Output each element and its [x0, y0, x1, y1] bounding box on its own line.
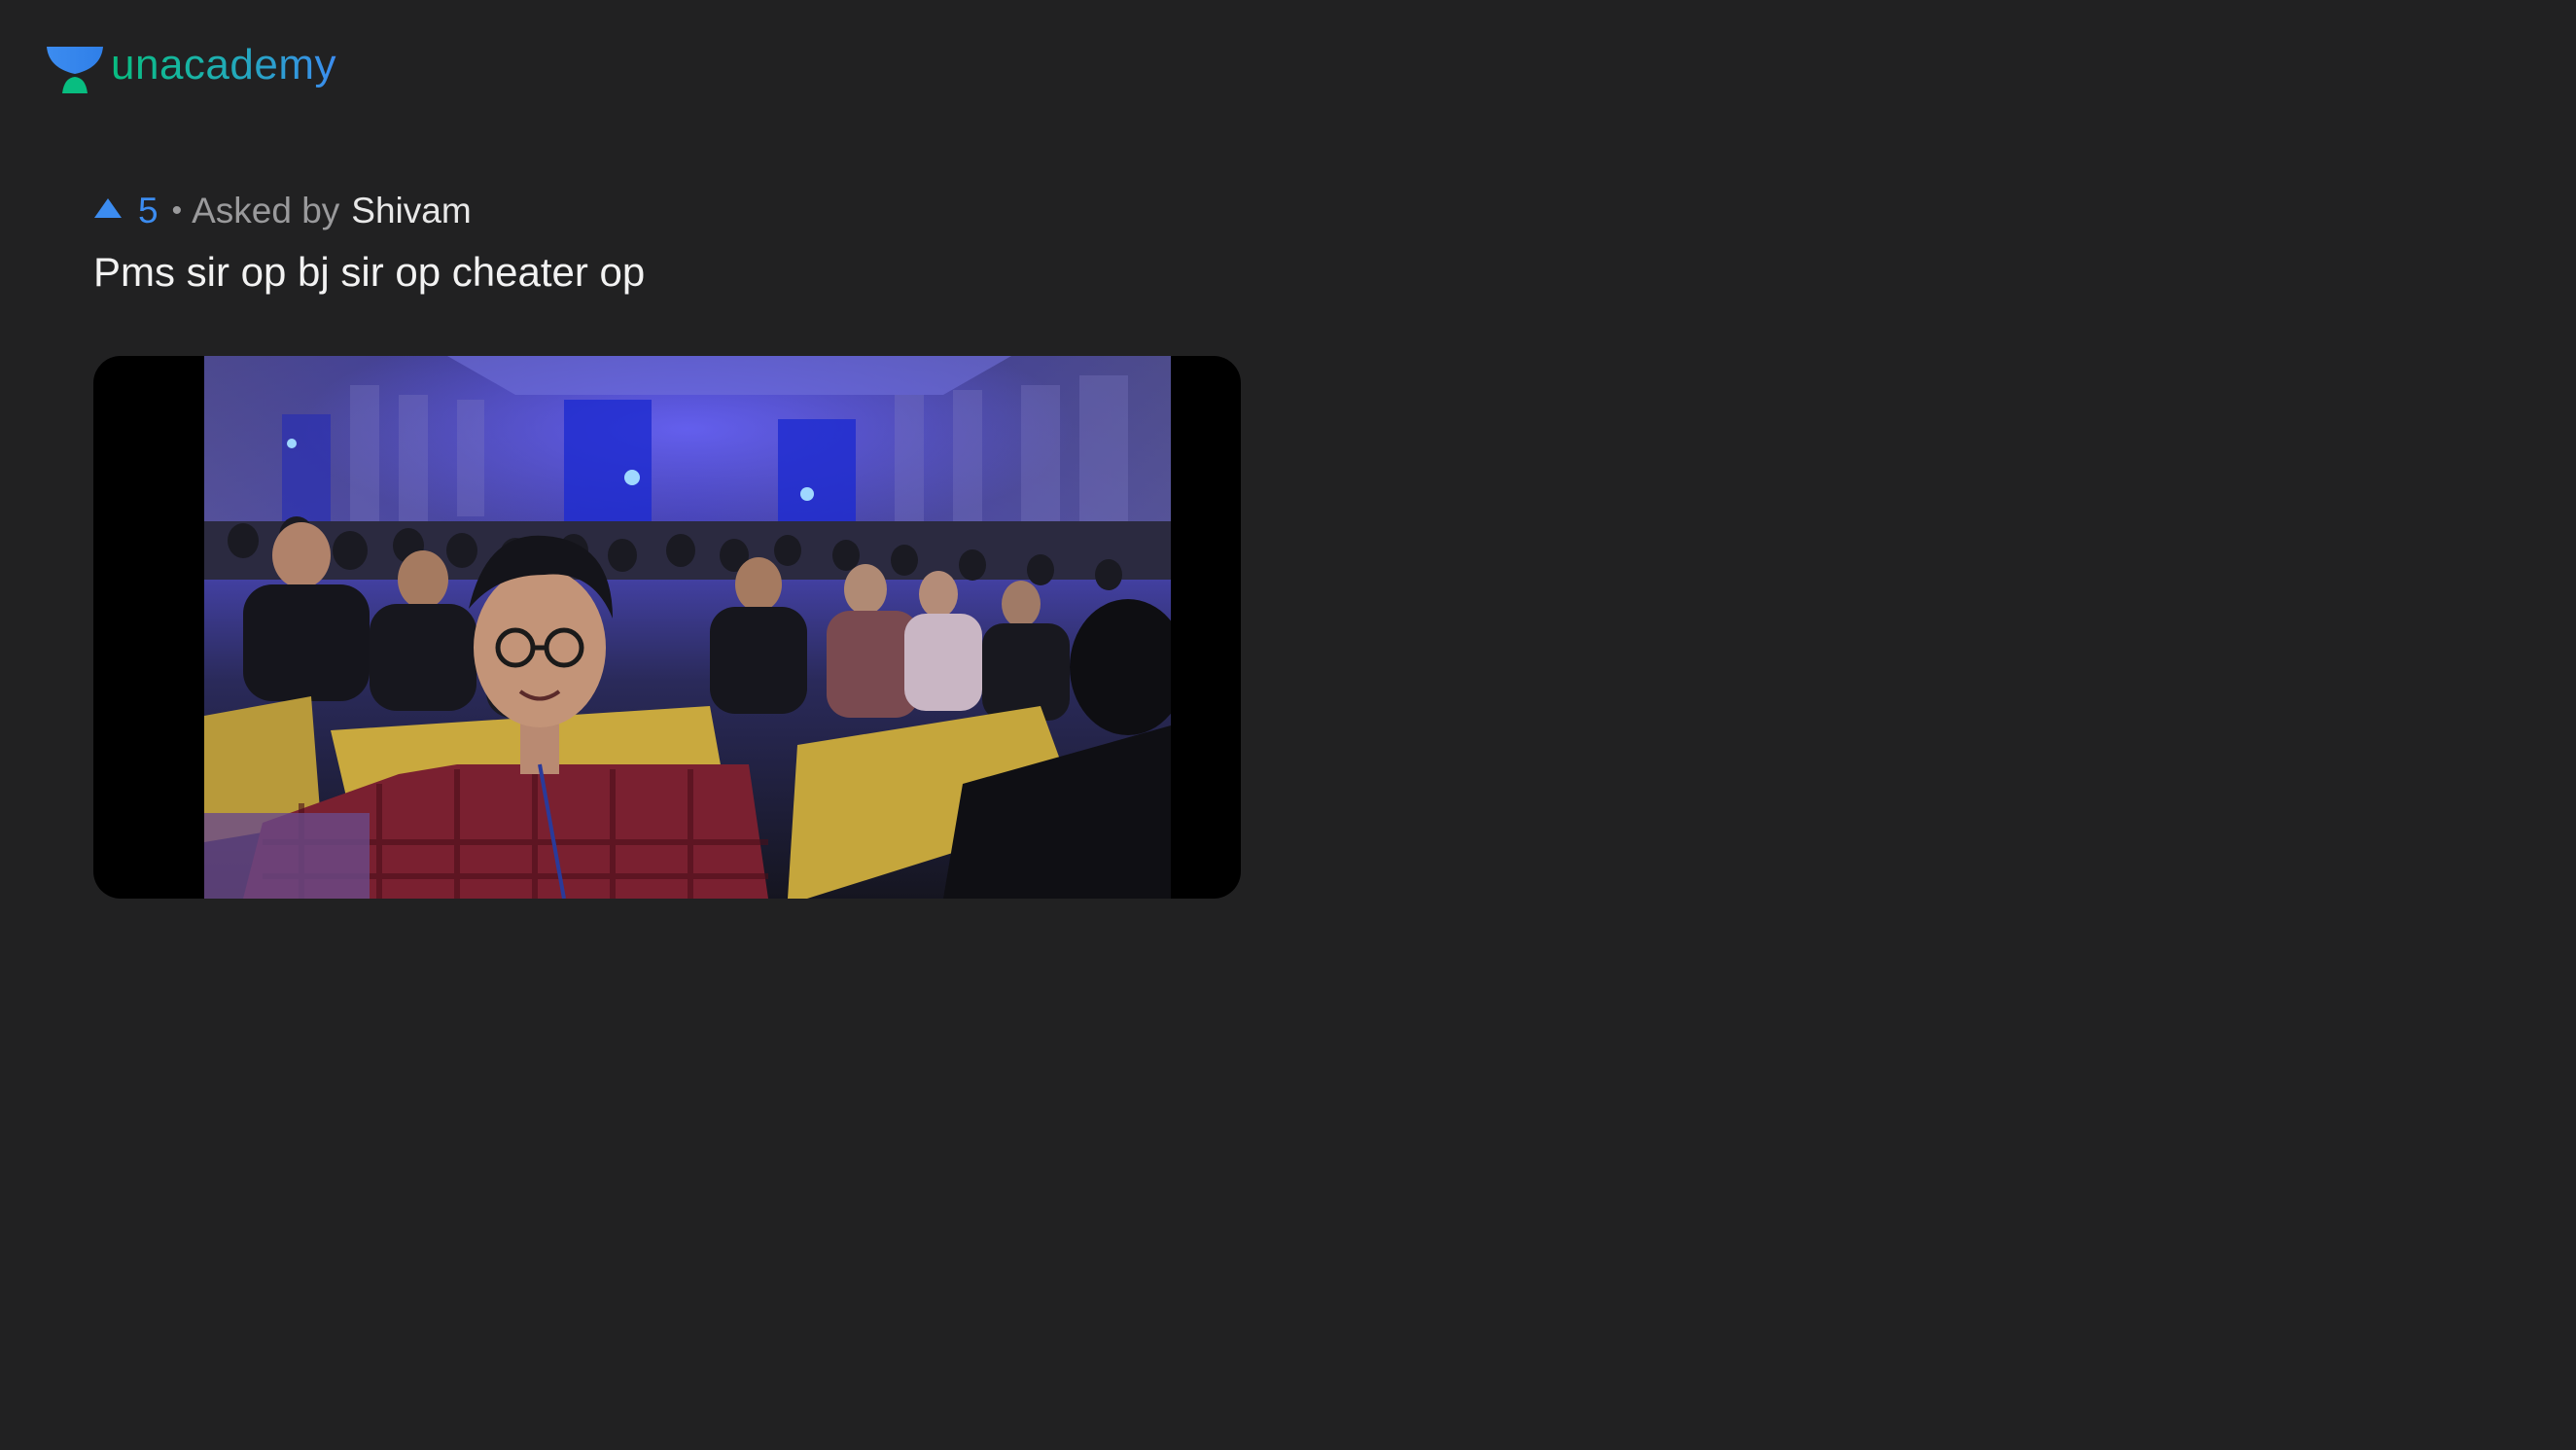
unacademy-logo[interactable]: unacademy — [45, 39, 336, 97]
upvote-triangle-icon[interactable] — [93, 196, 123, 220]
brand-name: unacademy — [111, 44, 336, 92]
question-meta: 5 • Asked by Shivam — [93, 187, 472, 235]
question-text: Pms sir op bj sir op cheater op — [93, 249, 646, 295]
upvote-count: 5 — [138, 191, 159, 230]
photo-attachment — [204, 356, 1171, 899]
asked-by-label: Asked by — [192, 191, 340, 230]
meta-separator: • — [171, 195, 183, 227]
page: unacademy 5 • Asked by Shivam Pms sir op… — [0, 0, 2576, 1450]
unacademy-logo-icon — [47, 47, 103, 93]
author-name: Shivam — [351, 191, 472, 230]
question-attachment-image[interactable] — [93, 356, 1241, 899]
